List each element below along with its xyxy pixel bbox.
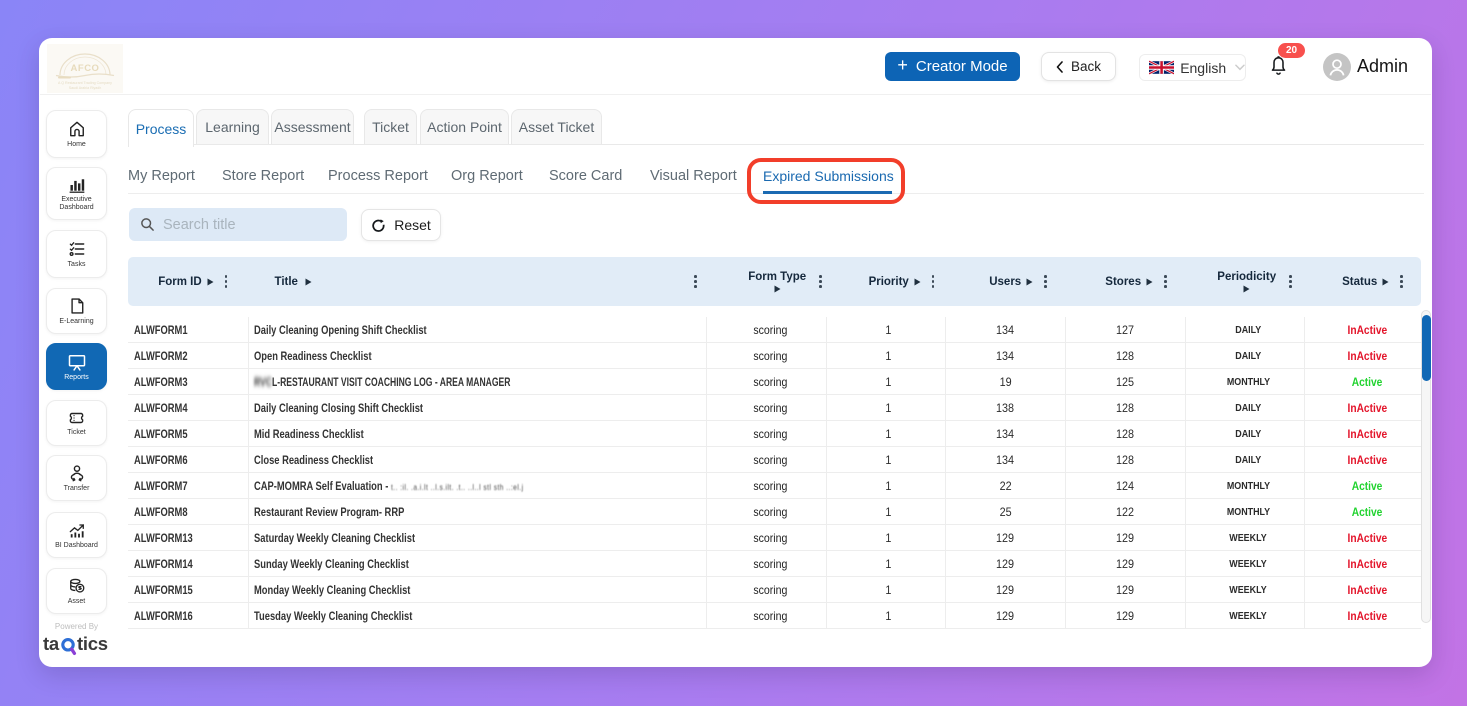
- svg-text:tics: tics: [77, 633, 108, 654]
- svg-text:Saudi Arabia Riyadh: Saudi Arabia Riyadh: [69, 86, 102, 90]
- svg-text:AFCO: AFCO: [71, 63, 100, 74]
- svg-text:A Q Restaurant Trading Company: A Q Restaurant Trading Company: [58, 81, 112, 85]
- svg-text:ta: ta: [43, 633, 60, 654]
